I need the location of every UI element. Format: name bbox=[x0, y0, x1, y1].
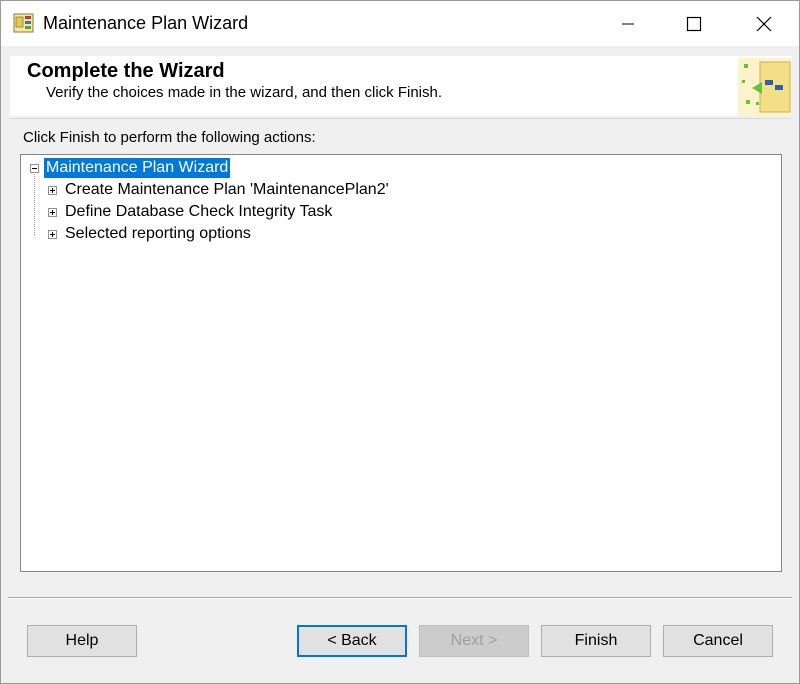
expand-icon[interactable] bbox=[48, 186, 57, 195]
wizard-header: Complete the Wizard Verify the choices m… bbox=[10, 56, 792, 116]
minimize-button[interactable] bbox=[605, 1, 651, 46]
page-title: Complete the Wizard bbox=[27, 60, 225, 83]
tree-node-root[interactable]: Maintenance Plan Wizard bbox=[30, 158, 230, 178]
footer-divider-highlight bbox=[8, 598, 792, 599]
tree-node-label[interactable]: Maintenance Plan Wizard bbox=[44, 158, 230, 178]
tree-node-child[interactable]: Selected reporting options bbox=[48, 224, 253, 244]
actions-label: Click Finish to perform the following ac… bbox=[23, 129, 316, 146]
tree-node-child[interactable]: Define Database Check Integrity Task bbox=[48, 202, 334, 222]
title-bar[interactable]: Maintenance Plan Wizard bbox=[1, 1, 799, 46]
maximize-button[interactable] bbox=[671, 1, 717, 46]
window-title: Maintenance Plan Wizard bbox=[43, 13, 248, 34]
tree-node-label[interactable]: Create Maintenance Plan 'MaintenancePlan… bbox=[63, 180, 391, 200]
app-icon bbox=[13, 12, 35, 34]
tree-node-label[interactable]: Define Database Check Integrity Task bbox=[63, 202, 334, 222]
minimize-icon bbox=[620, 16, 636, 32]
expand-icon[interactable] bbox=[48, 208, 57, 217]
maximize-icon bbox=[686, 16, 702, 32]
help-button[interactable]: Help bbox=[27, 625, 137, 657]
page-subtitle: Verify the choices made in the wizard, a… bbox=[46, 84, 442, 101]
cancel-button[interactable]: Cancel bbox=[663, 625, 773, 657]
wizard-graphic-icon bbox=[732, 56, 792, 116]
close-icon bbox=[756, 16, 772, 32]
tree-connector-line bbox=[34, 170, 35, 235]
next-button[interactable]: Next > bbox=[419, 625, 529, 657]
back-button[interactable]: < Back bbox=[297, 625, 407, 657]
summary-tree[interactable]: Maintenance Plan Wizard Create Maintenan… bbox=[20, 154, 782, 572]
header-divider bbox=[10, 118, 792, 119]
finish-button[interactable]: Finish bbox=[541, 625, 651, 657]
maintenance-plan-wizard-window: Maintenance Plan Wizard Complete the Wiz… bbox=[0, 0, 800, 684]
close-button[interactable] bbox=[741, 1, 787, 46]
tree-node-child[interactable]: Create Maintenance Plan 'MaintenancePlan… bbox=[48, 180, 391, 200]
expand-icon[interactable] bbox=[48, 230, 57, 239]
tree-node-label[interactable]: Selected reporting options bbox=[63, 224, 253, 244]
collapse-icon[interactable] bbox=[30, 164, 39, 173]
